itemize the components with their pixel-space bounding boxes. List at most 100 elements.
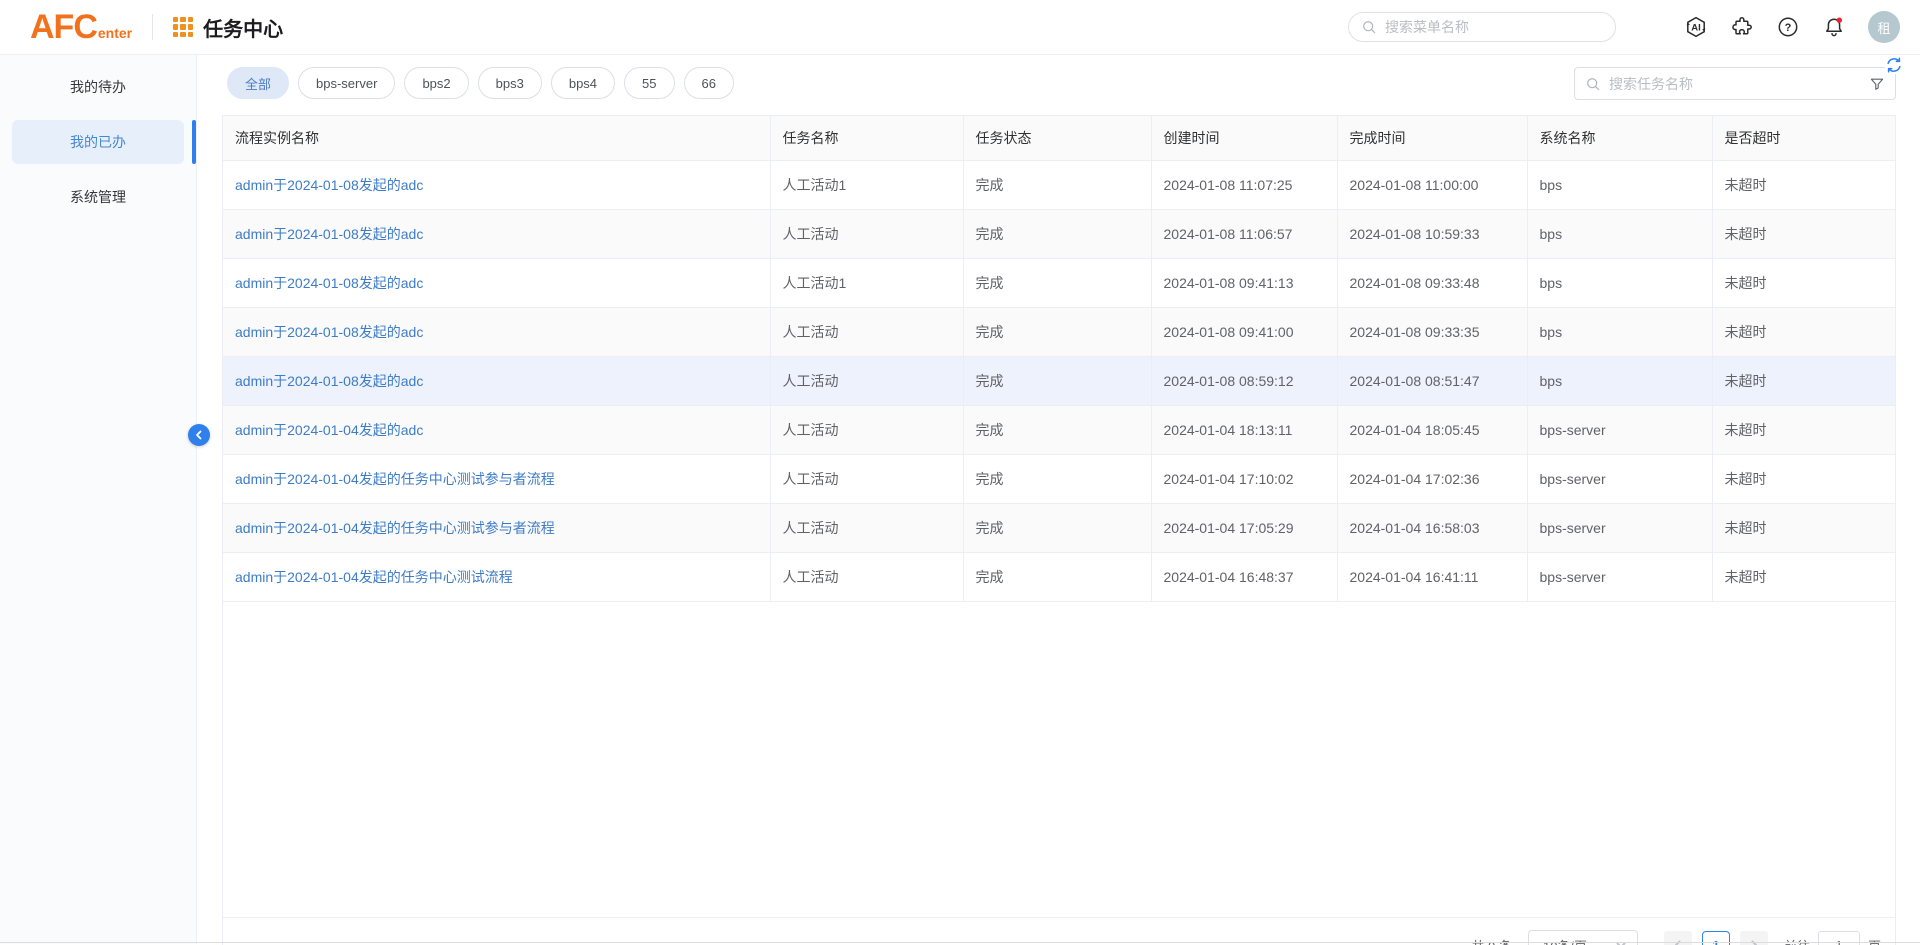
cell-timeout: 未超时 xyxy=(1712,454,1895,503)
notification-dot xyxy=(1837,18,1842,23)
cell-system: bps xyxy=(1527,307,1712,356)
process-instance-link[interactable]: admin于2024-01-04发起的adc xyxy=(235,422,423,438)
process-instance-cell: admin于2024-01-04发起的任务中心测试参与者流程 xyxy=(223,454,770,503)
cell-timeout: 未超时 xyxy=(1712,552,1895,601)
system-filter-chips: 全部 bps-server bps2 bps3 bps4 55 66 xyxy=(227,66,743,100)
process-instance-cell: admin于2024-01-08发起的adc xyxy=(223,258,770,307)
page-unit-label: 页 xyxy=(1868,936,1881,945)
filter-chip-5[interactable]: 55 xyxy=(624,67,674,99)
process-instance-cell: admin于2024-01-04发起的任务中心测试参与者流程 xyxy=(223,503,770,552)
filter-chip-0[interactable]: 全部 xyxy=(227,67,289,99)
cell-created: 2024-01-08 09:41:00 xyxy=(1151,307,1337,356)
process-instance-link[interactable]: admin于2024-01-08发起的adc xyxy=(235,324,423,340)
process-instance-link[interactable]: admin于2024-01-04发起的任务中心测试参与者流程 xyxy=(235,471,555,487)
process-instance-link[interactable]: admin于2024-01-08发起的adc xyxy=(235,373,423,389)
sidebar-collapse-button[interactable] xyxy=(188,424,210,446)
goto-label: 前往 xyxy=(1784,936,1810,945)
refresh-icon[interactable] xyxy=(1885,56,1903,74)
cell-system: bps-server xyxy=(1527,503,1712,552)
cell-timeout: 未超时 xyxy=(1712,209,1895,258)
column-header-2: 任务状态 xyxy=(963,116,1151,160)
process-instance-link[interactable]: admin于2024-01-08发起的adc xyxy=(235,177,423,193)
total-count: 共 9 条 xyxy=(1472,936,1512,945)
column-header-5: 系统名称 xyxy=(1527,116,1712,160)
page-title: 任务中心 xyxy=(203,13,283,42)
process-instance-cell: admin于2024-01-04发起的adc xyxy=(223,405,770,454)
cell-timeout: 未超时 xyxy=(1712,160,1895,209)
app-grid-icon[interactable] xyxy=(173,17,193,37)
logo-text-sub: enter xyxy=(98,25,132,41)
table-row: admin于2024-01-08发起的adc 人工活动完成 2024-01-08 1… xyxy=(223,209,1895,258)
plugin-puzzle-icon[interactable] xyxy=(1730,15,1754,39)
avatar[interactable]: 租 xyxy=(1868,11,1900,43)
cell-status: 完成 xyxy=(963,209,1151,258)
cell-task: 人工活动 xyxy=(770,552,963,601)
table-row: admin于2024-01-04发起的任务中心测试参与者流程人工活动完成2024… xyxy=(223,454,1895,503)
main-content: 全部 bps-server bps2 bps3 bps4 55 66 xyxy=(197,55,1920,944)
column-header-4: 完成时间 xyxy=(1337,116,1527,160)
menu-search-box[interactable] xyxy=(1348,12,1616,42)
cell-timeout: 未超时 xyxy=(1712,258,1895,307)
header-divider xyxy=(152,14,153,40)
process-instance-link[interactable]: admin于2024-01-08发起的adc xyxy=(235,226,423,242)
cell-system: bps-server xyxy=(1527,454,1712,503)
search-icon xyxy=(1585,76,1601,92)
cell-timeout: 未超时 xyxy=(1712,503,1895,552)
table-row: admin于2024-01-04发起的adc人工活动完成2024-01-04 1… xyxy=(223,405,1895,454)
task-search-box[interactable] xyxy=(1574,67,1896,100)
cell-task: 人工活动 xyxy=(770,454,963,503)
cell-finished: 2024-01-08 09:33:35 xyxy=(1337,307,1527,356)
table-row: admin于2024-01-08发起的adc人工活动1完成2024-01-08 … xyxy=(223,160,1895,209)
cell-status: 完成 xyxy=(963,405,1151,454)
table-row: admin于2024-01-08发起的adc人工活动完成2024-01-08 0… xyxy=(223,307,1895,356)
cell-timeout: 未超时 xyxy=(1712,405,1895,454)
cell-finished: 2024-01-04 16:58:03 xyxy=(1337,503,1527,552)
cell-task: 人工活动 xyxy=(770,209,963,258)
filter-chip-1[interactable]: bps-server xyxy=(298,67,395,99)
tasks-table: 流程实例名称任务名称任务状态创建时间完成时间系统名称是否超时 admin于202… xyxy=(223,116,1895,602)
cell-finished: 2024-01-04 17:02:36 xyxy=(1337,454,1527,503)
sidebar: 我的待办我的已办系统管理 xyxy=(0,55,197,944)
menu-search-input[interactable] xyxy=(1385,19,1603,35)
filter-chip-6[interactable]: 66 xyxy=(684,67,734,99)
cell-system: bps-server xyxy=(1527,552,1712,601)
cell-task: 人工活动1 xyxy=(770,160,963,209)
filter-chip-3[interactable]: bps3 xyxy=(478,67,542,99)
cell-created: 2024-01-08 09:41:13 xyxy=(1151,258,1337,307)
ai-assistant-icon[interactable]: AI xyxy=(1684,15,1708,39)
cell-finished: 2024-01-08 09:33:48 xyxy=(1337,258,1527,307)
cell-status: 完成 xyxy=(963,307,1151,356)
process-instance-link[interactable]: admin于2024-01-08发起的adc xyxy=(235,275,423,291)
filter-chip-4[interactable]: bps4 xyxy=(551,67,615,99)
afcenter-logo[interactable]: AFC enter xyxy=(30,10,132,44)
page-size-value: 10条/页 xyxy=(1543,936,1587,945)
logo-text-main: AFC xyxy=(30,10,97,44)
sidebar-item-0[interactable]: 我的待办 xyxy=(12,65,184,109)
cell-status: 完成 xyxy=(963,503,1151,552)
sidebar-item-2[interactable]: 系统管理 xyxy=(12,175,184,219)
cell-finished: 2024-01-04 16:41:11 xyxy=(1337,552,1527,601)
search-icon xyxy=(1361,19,1377,35)
process-instance-link[interactable]: admin于2024-01-04发起的任务中心测试参与者流程 xyxy=(235,520,555,536)
cell-system: bps-server xyxy=(1527,405,1712,454)
task-search-input[interactable] xyxy=(1609,76,1861,92)
filter-funnel-icon[interactable] xyxy=(1869,76,1885,92)
process-instance-cell: admin于2024-01-08发起的adc xyxy=(223,307,770,356)
cell-created: 2024-01-04 18:13:11 xyxy=(1151,405,1337,454)
table-body: admin于2024-01-08发起的adc人工活动1完成2024-01-08 … xyxy=(223,160,1895,601)
process-instance-cell: admin于2024-01-08发起的adc xyxy=(223,160,770,209)
sidebar-item-1[interactable]: 我的已办 xyxy=(12,120,184,164)
cell-finished: 2024-01-08 10:59:33 xyxy=(1337,209,1527,258)
cell-status: 完成 xyxy=(963,160,1151,209)
filter-chip-2[interactable]: bps2 xyxy=(404,67,468,99)
svg-text:?: ? xyxy=(1785,22,1792,34)
cell-finished: 2024-01-04 18:05:45 xyxy=(1337,405,1527,454)
cell-finished: 2024-01-08 08:51:47 xyxy=(1337,356,1527,405)
process-instance-link[interactable]: admin于2024-01-04发起的任务中心测试流程 xyxy=(235,569,513,585)
notification-bell-icon[interactable] xyxy=(1822,15,1846,39)
help-icon[interactable]: ? xyxy=(1776,15,1800,39)
pagination-bar: 共 9 条 10条/页 1 前往 xyxy=(222,918,1896,945)
cell-status: 完成 xyxy=(963,258,1151,307)
cell-status: 完成 xyxy=(963,356,1151,405)
cell-created: 2024-01-04 16:48:37 xyxy=(1151,552,1337,601)
